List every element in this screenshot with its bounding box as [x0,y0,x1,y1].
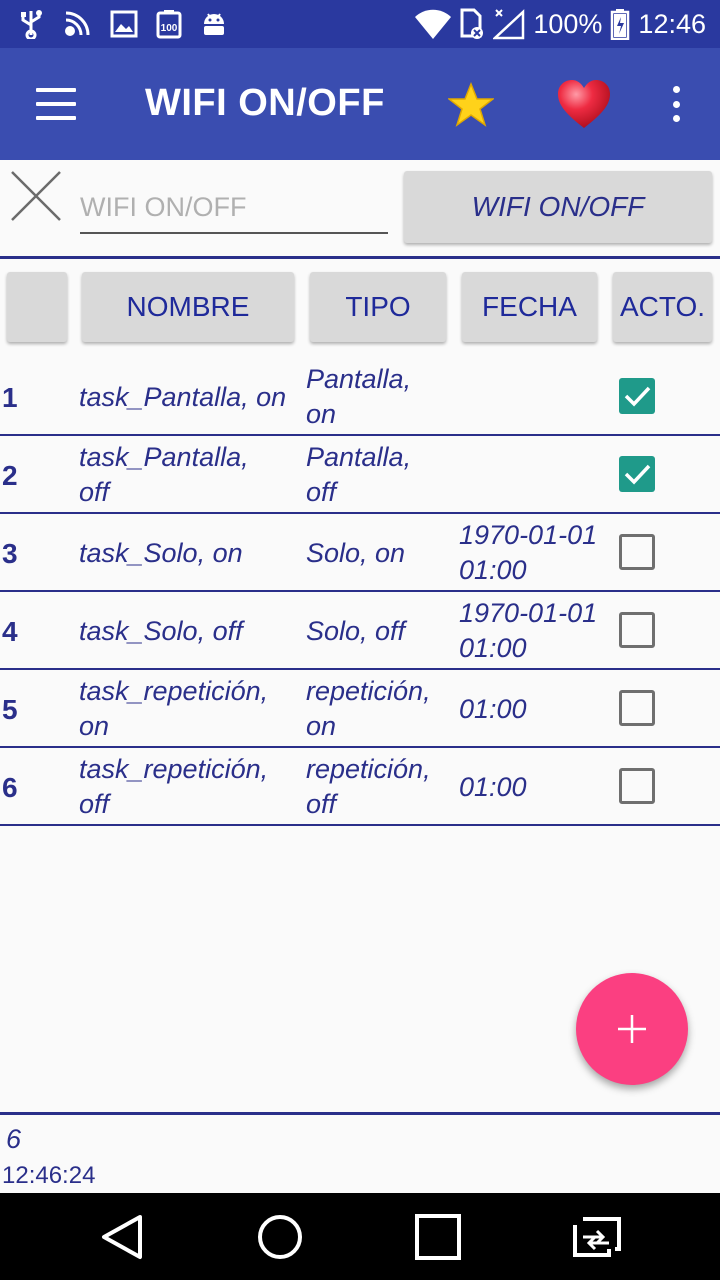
svg-text:100: 100 [161,23,178,34]
image-icon [110,10,138,38]
home-icon[interactable] [252,1209,308,1265]
active-checkbox[interactable] [619,768,655,804]
row-type: Solo, on [306,538,406,568]
table-row[interactable]: 1 task_Pantalla, on Pantalla, on [0,358,720,436]
heart-icon[interactable] [556,78,612,130]
row-name: task_Pantalla, on [79,382,287,412]
row-name: task_repetición, [79,676,269,706]
status-bar: 100 100% 12:46 [0,0,720,48]
row-type: repetición, [306,754,431,784]
row-type: Pantalla, [306,442,412,472]
battery-icon [611,9,630,40]
row-name-cont: on [79,711,110,741]
wifi-icon [415,9,452,39]
task-count: 6 [6,1124,22,1154]
battery-percent: 100% [533,8,603,39]
row-date-cont: 01:00 [459,555,527,585]
header-acto-button[interactable]: ACTO. [613,272,712,342]
app-title: WIFI ON/OFF [145,82,385,124]
back-icon[interactable] [96,1209,152,1265]
table-row[interactable]: 6 task_repetición, off repetición, off 0… [0,748,720,826]
table-row[interactable]: 2 task_Pantalla, off Pantalla, off [0,436,720,514]
navigation-bar [0,1193,720,1280]
row-date: 01:00 [459,694,527,724]
row-type-cont: off [306,789,337,819]
header-index-button[interactable] [7,272,67,342]
row-name: task_repetición, [79,754,269,784]
row-type-cont: on [306,399,337,429]
status-time: 12:46 [638,8,706,39]
divider [0,1112,720,1115]
active-checkbox[interactable] [619,690,655,726]
row-type-cont: on [306,711,337,741]
row-name: task_Pantalla, [79,442,249,472]
row-number: 1 [2,382,18,413]
row-number: 2 [2,460,18,491]
android-icon [204,13,224,35]
sim-icon [460,8,484,39]
active-checkbox[interactable] [619,378,655,414]
table-row[interactable]: 3 task_Solo, on Solo, on 1970-01-01 01:0… [0,514,720,592]
more-icon[interactable] [664,86,688,122]
table-row[interactable]: 4 task_Solo, off Solo, off 1970-01-01 01… [0,592,720,670]
row-date: 1970-01-01 [459,520,598,550]
app-bar: WIFI ON/OFF [0,48,720,160]
header-fecha-button[interactable]: FECHA [462,272,597,342]
table-row[interactable]: 5 task_repetición, on repetición, on 01:… [0,670,720,748]
last-update-time: 12:46:24 [2,1162,96,1189]
recents-icon[interactable] [410,1209,466,1265]
menu-icon[interactable] [30,84,82,124]
search-input[interactable] [80,186,388,234]
active-checkbox[interactable] [619,534,655,570]
usb-icon [21,10,42,39]
row-name-cont: off [79,477,110,507]
plus-icon [618,1015,646,1043]
row-date: 01:00 [459,772,527,802]
divider [0,256,720,259]
header-tipo-button[interactable]: TIPO [310,272,446,342]
active-checkbox[interactable] [619,612,655,648]
row-name-cont: off [79,789,110,819]
row-name: task_Solo, off [79,616,243,646]
row-type: repetición, [306,676,431,706]
row-number: 6 [2,772,18,803]
row-name: task_Solo, on [79,538,243,568]
row-type: Solo, off [306,616,406,646]
star-icon[interactable] [448,82,494,128]
battery-100-icon: 100 [156,10,182,39]
row-type-cont: off [306,477,337,507]
signal-icon [493,9,525,40]
active-checkbox[interactable] [619,456,655,492]
row-number: 4 [2,616,18,647]
close-icon[interactable] [10,170,62,222]
row-type: Pantalla, [306,364,412,394]
row-number: 5 [2,694,18,725]
add-task-button[interactable] [576,973,688,1085]
row-number: 3 [2,538,18,569]
cast-icon [65,11,90,36]
switch-icon[interactable] [569,1209,625,1265]
header-nombre-button[interactable]: NOMBRE [82,272,294,342]
row-date-cont: 01:00 [459,633,527,663]
wifi-toggle-button[interactable]: WIFI ON/OFF [404,171,712,243]
row-date: 1970-01-01 [459,598,598,628]
